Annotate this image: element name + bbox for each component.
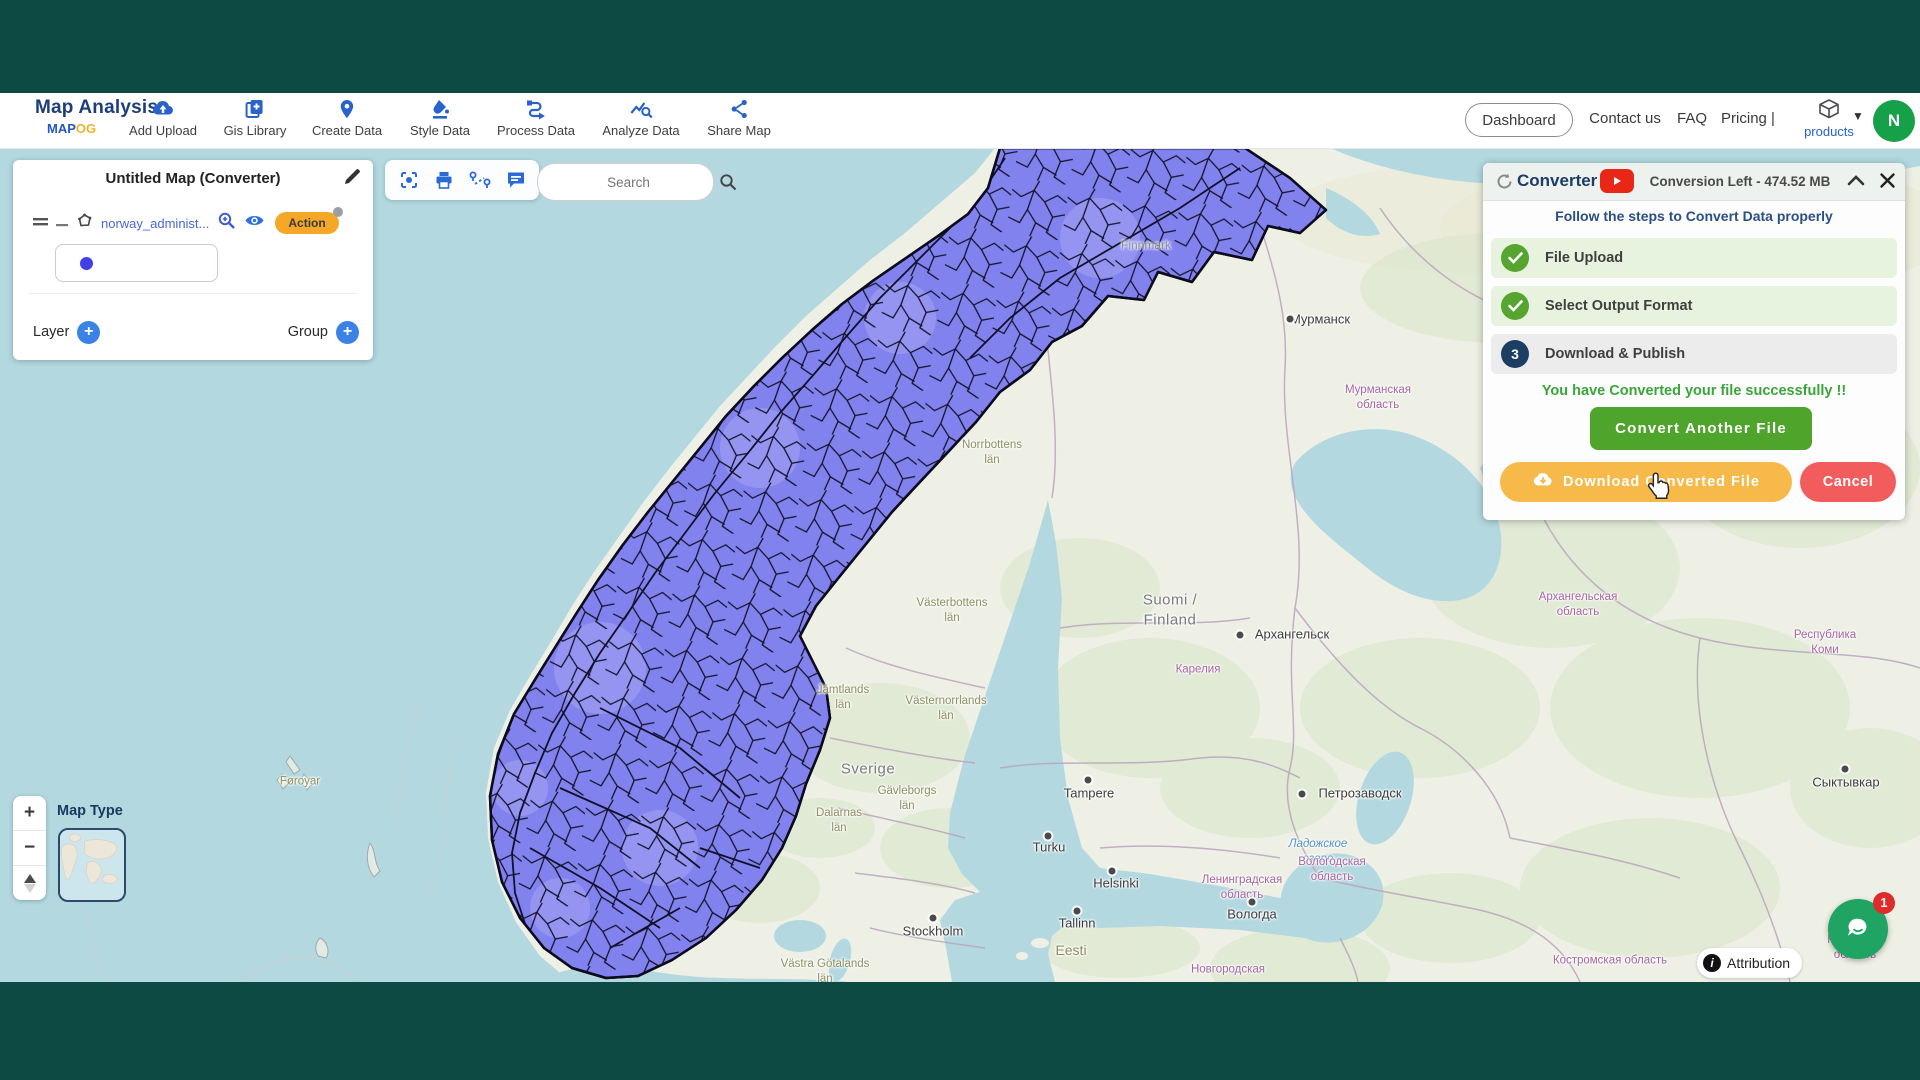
group-label: Group xyxy=(288,324,328,340)
step-file-upload: File Upload xyxy=(1491,238,1897,278)
convert-another-file-button[interactable]: Convert Another File xyxy=(1590,407,1812,450)
sync-icon[interactable] xyxy=(1495,172,1514,196)
nav-item-analyze-data[interactable]: Analyze Data xyxy=(602,98,679,138)
letterbox-top xyxy=(0,0,1920,93)
pricing-link[interactable]: Pricing | xyxy=(1721,110,1775,127)
library-add-icon xyxy=(244,98,266,120)
dashboard-button[interactable]: Dashboard xyxy=(1465,103,1573,137)
nav-item-gis-library[interactable]: Gis Library xyxy=(224,98,287,138)
chart-search-icon xyxy=(629,98,653,120)
comment-icon[interactable] xyxy=(505,169,527,191)
step-number-badge: 3 xyxy=(1501,340,1529,368)
edit-title-icon[interactable] xyxy=(343,168,361,191)
chevron-down-icon[interactable]: ▼ xyxy=(1852,109,1864,123)
share-icon xyxy=(729,98,749,120)
contact-us-link[interactable]: Contact us xyxy=(1589,110,1661,127)
layer-group-row: Layer + Group + xyxy=(33,318,359,346)
letterbox-bottom xyxy=(0,982,1920,1080)
chat-bubble-icon xyxy=(1841,912,1875,946)
drag-handle-icon[interactable] xyxy=(33,214,48,232)
zoom-out-button[interactable]: − xyxy=(13,830,46,865)
cube-icon xyxy=(1818,99,1840,124)
add-layer-button[interactable]: + xyxy=(77,321,100,344)
zoom-control: + − xyxy=(13,796,46,900)
attribution-pill[interactable]: i Attribution xyxy=(1697,948,1802,978)
nav-item-label: Gis Library xyxy=(224,123,287,138)
panel-divider xyxy=(29,293,357,294)
zoom-extent-icon[interactable] xyxy=(398,169,420,191)
top-navbar: Map Analysis MAPOG Add Upload Gis Librar… xyxy=(0,93,1920,149)
step-select-output-format: Select Output Format xyxy=(1491,286,1897,326)
download-converted-file-button[interactable]: Download Converted File xyxy=(1500,462,1792,502)
chevron-up-icon[interactable] xyxy=(1846,173,1866,192)
route-icon xyxy=(525,98,547,120)
map-search xyxy=(537,163,714,201)
zoom-in-button[interactable]: + xyxy=(13,796,46,830)
add-group-button[interactable]: + xyxy=(336,321,359,344)
cancel-button[interactable]: Cancel xyxy=(1800,462,1896,502)
search-input[interactable] xyxy=(538,163,719,201)
paint-bucket-icon xyxy=(429,98,451,120)
conversion-quota: Conversion Left - 474.52 MB xyxy=(1650,174,1831,189)
layer-name-link[interactable]: norway_administ... xyxy=(101,216,209,231)
world-thumbnail-svg xyxy=(60,830,120,896)
faq-link[interactable]: FAQ xyxy=(1677,110,1707,127)
layer-visibility-eye-icon[interactable] xyxy=(244,213,265,233)
measure-icon[interactable] xyxy=(468,169,492,191)
compass-icon xyxy=(24,874,36,893)
layer-label: Layer xyxy=(33,324,69,340)
print-icon[interactable] xyxy=(433,169,455,191)
check-icon xyxy=(1501,244,1529,272)
nav-item-process-data[interactable]: Process Data xyxy=(497,98,575,138)
nav-item-label: Share Map xyxy=(707,123,771,138)
layer-row: norway_administ... Action xyxy=(33,210,365,236)
nav-item-label: Analyze Data xyxy=(602,123,679,138)
map-type-label: Map Type xyxy=(57,803,123,819)
app-root: МурманскМурманская областьFinnmarkNorrbo… xyxy=(0,0,1920,1080)
polygon-geometry-icon xyxy=(76,213,93,233)
compass-button[interactable] xyxy=(13,865,46,900)
collapse-minus-icon[interactable] xyxy=(56,214,68,232)
avatar[interactable]: N xyxy=(1873,100,1915,142)
map-type-thumbnail[interactable] xyxy=(58,828,126,902)
youtube-tutorial-icon[interactable] xyxy=(1600,169,1634,193)
nav-item-label: Create Data xyxy=(312,123,382,138)
nav-item-create-data[interactable]: Create Data xyxy=(312,98,382,138)
attribution-label: Attribution xyxy=(1727,955,1790,971)
search-icon[interactable] xyxy=(719,173,737,191)
cloud-upload-icon xyxy=(151,98,175,120)
legend-color-dot xyxy=(80,257,93,270)
check-icon xyxy=(1501,292,1529,320)
converter-panel: Converter Conversion Left - 474.52 MB Fo… xyxy=(1483,163,1905,520)
status-dot xyxy=(333,207,343,217)
products-label: products xyxy=(1804,124,1854,139)
close-icon[interactable] xyxy=(1879,172,1896,194)
info-icon: i xyxy=(1703,954,1721,972)
nav-item-label: Process Data xyxy=(497,123,575,138)
map-toolbar xyxy=(385,160,539,200)
step-download-publish: 3 Download & Publish xyxy=(1491,334,1897,374)
converter-title: Converter xyxy=(1517,171,1597,191)
nav-item-add-upload[interactable]: Add Upload xyxy=(129,98,197,138)
products-menu[interactable]: products xyxy=(1806,99,1852,139)
nav-item-share-map[interactable]: Share Map xyxy=(707,98,771,138)
legend-swatch-box[interactable] xyxy=(55,244,218,282)
converter-subtitle: Follow the steps to Convert Data properl… xyxy=(1483,208,1905,224)
converter-header: Converter Conversion Left - 474.52 MB xyxy=(1483,163,1905,201)
zoom-to-layer-icon[interactable] xyxy=(217,211,236,235)
map-pin-icon xyxy=(337,98,357,120)
success-message: You have Converted your file successfull… xyxy=(1483,383,1905,399)
notification-badge: 1 xyxy=(1873,892,1895,914)
nav-item-style-data[interactable]: Style Data xyxy=(410,98,470,138)
map-title: Untitled Map (Converter) xyxy=(13,170,373,187)
layer-action-button[interactable]: Action xyxy=(275,212,338,234)
layers-panel: Untitled Map (Converter) norway_administ… xyxy=(13,160,373,360)
cloud-download-icon xyxy=(1532,472,1554,493)
nav-item-label: Style Data xyxy=(410,123,470,138)
nav-item-label: Add Upload xyxy=(129,123,197,138)
